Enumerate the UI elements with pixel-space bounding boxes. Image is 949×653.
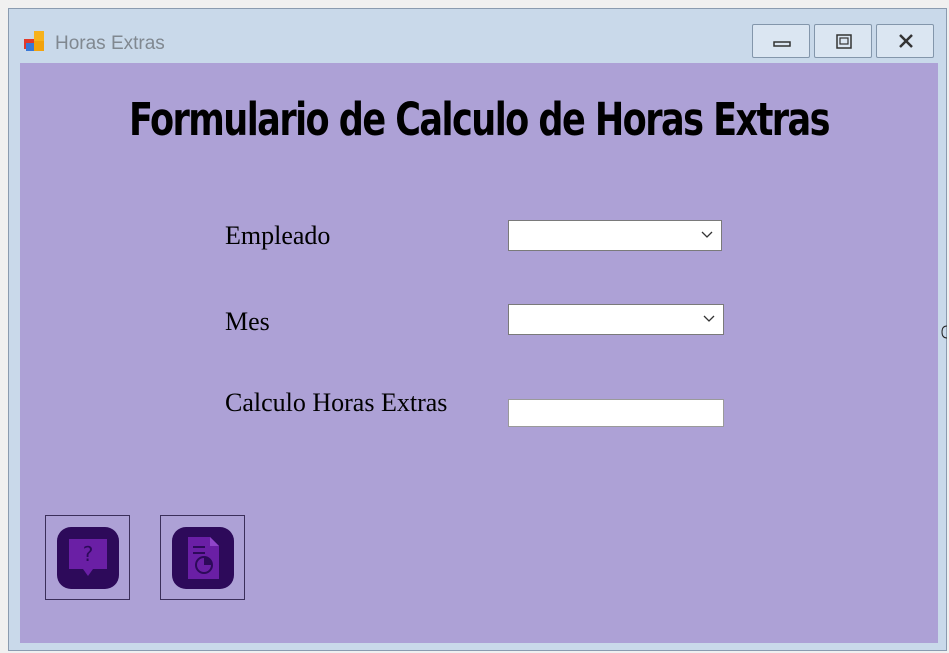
svg-text:?: ? xyxy=(83,542,94,566)
empleado-combobox[interactable] xyxy=(508,220,722,251)
title-bar[interactable]: Horas Extras xyxy=(9,9,946,63)
calculo-label: Calculo Horas Extras xyxy=(225,388,448,417)
mes-label: Mes xyxy=(225,307,270,336)
maximize-icon xyxy=(836,34,852,49)
app-window: Horas Extras Formulario de Calculo de Ho… xyxy=(8,8,947,651)
minimize-icon xyxy=(773,41,791,47)
close-button[interactable] xyxy=(876,24,934,58)
calculo-horas-extras-input[interactable] xyxy=(508,399,724,427)
mes-combobox[interactable] xyxy=(508,304,724,335)
window-title: Horas Extras xyxy=(55,33,165,54)
close-icon xyxy=(899,34,913,48)
empleado-label: Empleado xyxy=(225,221,331,250)
app-icon xyxy=(24,31,48,55)
report-document-icon xyxy=(172,527,234,589)
form-client-area: Formulario de Calculo de Horas Extras Em… xyxy=(20,63,938,643)
maximize-button[interactable] xyxy=(814,24,872,58)
form-heading: Formulario de Calculo de Horas Extras xyxy=(128,93,831,146)
edge-resize-handle xyxy=(941,325,947,339)
chevron-down-icon xyxy=(703,315,715,322)
chevron-down-icon xyxy=(701,231,713,238)
help-chat-icon: ? xyxy=(57,527,119,589)
help-button[interactable]: ? xyxy=(45,515,130,600)
report-button[interactable] xyxy=(160,515,245,600)
minimize-button[interactable] xyxy=(752,24,810,58)
